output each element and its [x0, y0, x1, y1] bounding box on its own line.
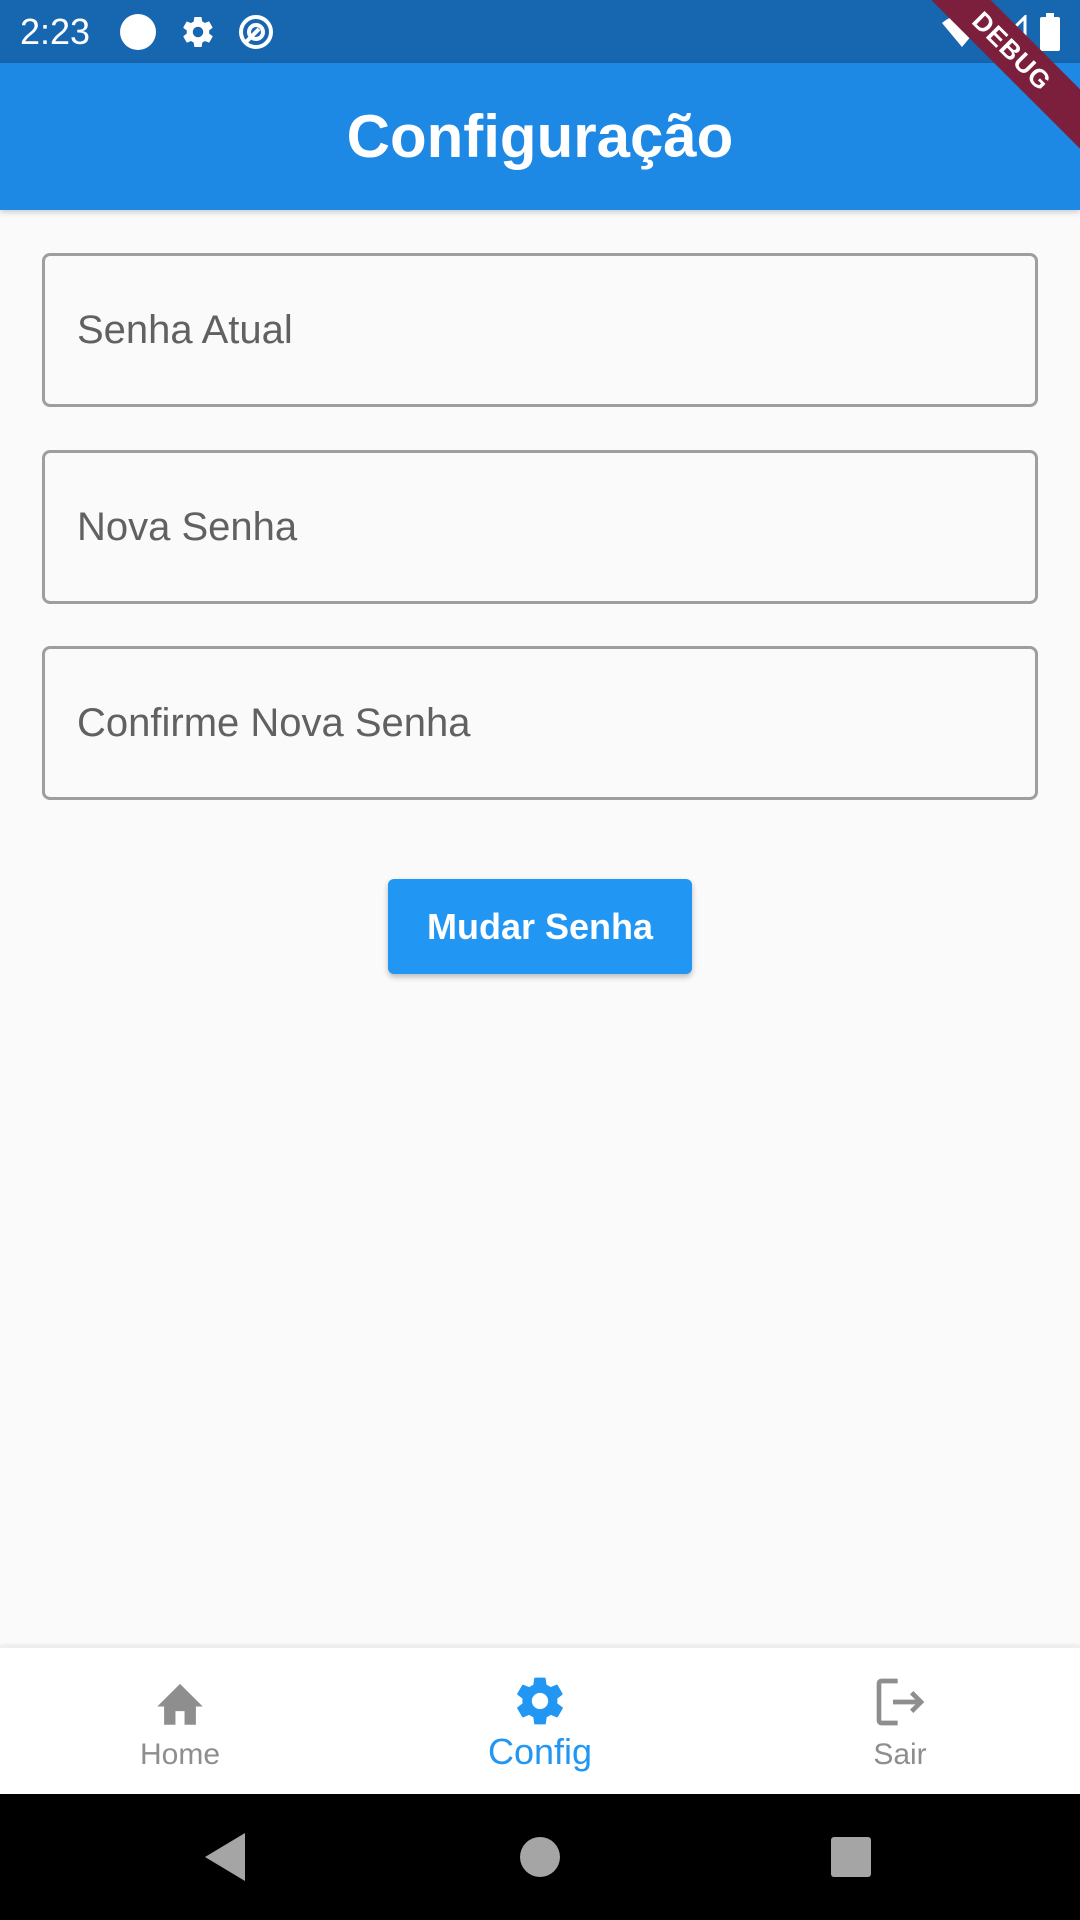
- gear-icon: [178, 12, 218, 52]
- nav-label-sair: Sair: [873, 1738, 927, 1771]
- nav-item-sair[interactable]: Sair: [720, 1648, 1080, 1796]
- nav-item-config[interactable]: Config: [360, 1648, 720, 1796]
- current-password-field[interactable]: [42, 253, 1038, 407]
- current-password-input[interactable]: [45, 256, 1035, 404]
- confirm-password-field[interactable]: [42, 646, 1038, 800]
- bottom-navigation: Home Config Sair: [0, 1646, 1080, 1794]
- system-navigation-bar: [0, 1794, 1080, 1920]
- status-time: 2:23: [20, 11, 91, 52]
- status-bar: 2:23: [0, 0, 1080, 63]
- new-password-input[interactable]: [45, 453, 1035, 601]
- back-icon[interactable]: [192, 1824, 258, 1890]
- page-title: Configuração: [346, 103, 734, 170]
- logout-icon: [870, 1672, 930, 1732]
- home-circle-icon[interactable]: [507, 1824, 573, 1890]
- settings-icon: [510, 1671, 570, 1731]
- circle-icon: [118, 12, 158, 52]
- change-password-button[interactable]: Mudar Senha: [388, 879, 692, 974]
- app-bar: Configuração: [0, 63, 1080, 210]
- recents-icon[interactable]: [818, 1824, 884, 1890]
- nav-item-home[interactable]: Home: [0, 1648, 360, 1796]
- new-password-field[interactable]: [42, 450, 1038, 604]
- home-icon: [150, 1672, 210, 1732]
- nav-label-home: Home: [139, 1738, 221, 1771]
- nav-label-config: Config: [487, 1731, 593, 1772]
- sync-icon: [236, 12, 276, 52]
- confirm-password-input[interactable]: [45, 649, 1035, 797]
